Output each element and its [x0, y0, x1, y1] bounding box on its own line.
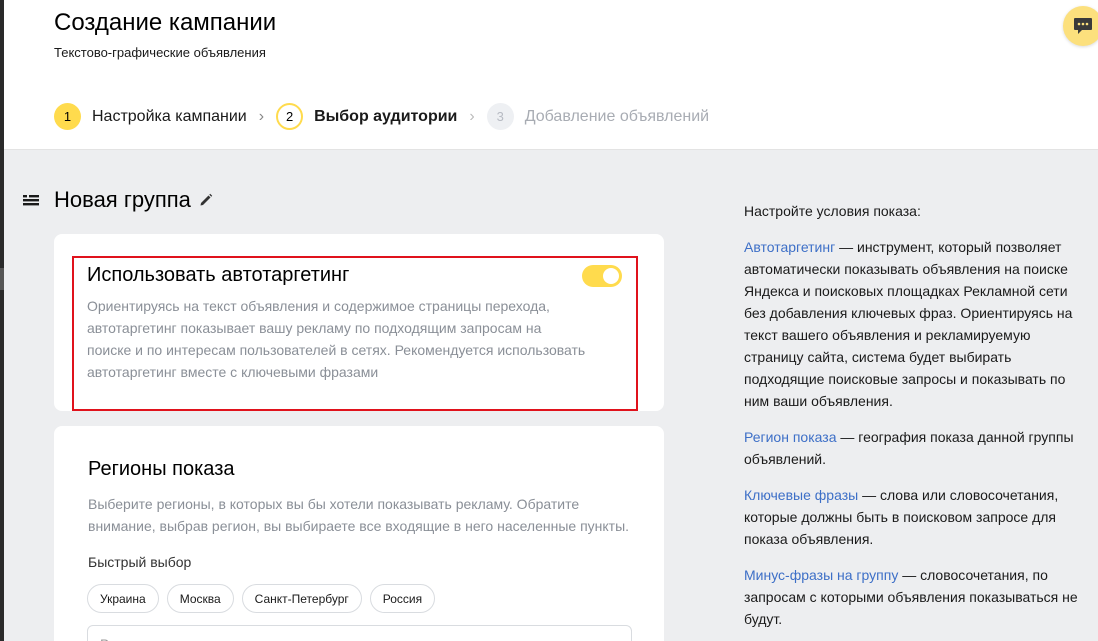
group-title: Новая группа — [54, 187, 191, 212]
chevron-right-icon: › — [258, 107, 265, 125]
help-link-keywords[interactable]: Ключевые фразы — [744, 487, 858, 503]
step-2-number: 2 — [276, 103, 304, 130]
step-2[interactable]: 2 Выбор аудитории — [276, 103, 457, 130]
chevron-right-icon: › — [469, 107, 475, 125]
help-text-autotargeting: — инструмент, который позволяет автомати… — [744, 239, 1073, 409]
help-item-negative: Минус-фразы на группу — словосочетания, … — [744, 564, 1089, 630]
autotargeting-toggle[interactable] — [582, 265, 622, 287]
page-title: Создание кампании — [54, 9, 277, 36]
page-header: Создание кампании Текстово-графические о… — [4, 0, 1098, 150]
toggle-knob — [603, 268, 619, 284]
chip-russia[interactable]: Россия — [369, 584, 436, 613]
chip-ukraine[interactable]: Украина — [87, 584, 159, 613]
help-item-keywords: Ключевые фразы — слова или словосочетани… — [744, 484, 1089, 550]
step-2-label: Выбор аудитории — [314, 107, 458, 125]
stepper: 1 Настройка кампании › 2 Выбор аудитории… — [54, 103, 709, 130]
help-link-region[interactable]: Регион показа — [744, 429, 836, 445]
autotargeting-description: Ориентируясь на текст объявления и содер… — [87, 298, 586, 380]
step-1-label: Настройка кампании — [92, 107, 247, 125]
list-icon — [23, 195, 39, 206]
edit-group-button[interactable] — [199, 193, 213, 207]
step-3-number: 3 — [486, 103, 514, 130]
autotargeting-title: Использовать автотаргетинг — [87, 264, 350, 286]
pencil-icon — [200, 193, 213, 206]
help-item-autotargeting: Автотаргетинг — инструмент, который позв… — [744, 236, 1089, 412]
help-intro: Настройте условия показа: — [744, 203, 921, 219]
chip-saint-petersburg[interactable]: Санкт-Петербург — [241, 584, 362, 613]
group-header: Новая группа — [22, 187, 213, 213]
page-subtitle: Текстово-графические объявления — [54, 45, 266, 60]
regions-title: Регионы показа — [88, 458, 235, 480]
quick-select-label: Быстрый выбор — [88, 554, 192, 570]
chip-moscow[interactable]: Москва — [166, 584, 234, 613]
chat-button[interactable] — [1063, 6, 1098, 46]
help-link-negative[interactable]: Минус-фразы на группу — [744, 567, 898, 583]
chat-icon — [1074, 18, 1092, 34]
step-1[interactable]: 1 Настройка кампании — [54, 103, 247, 130]
help-item-region: Регион показа — география показа данной … — [744, 426, 1089, 470]
regions-description: Выберите регионы, в которых вы бы хотели… — [88, 496, 630, 534]
quick-select-chips: Украина Москва Санкт-Петербург Россия — [87, 584, 436, 613]
help-link-autotargeting[interactable]: Автотаргетинг — [744, 239, 835, 255]
step-3-label: Добавление объявлений — [524, 107, 710, 125]
step-1-number: 1 — [54, 103, 81, 130]
region-search-input[interactable]: В — [87, 625, 632, 641]
step-3[interactable]: 3 Добавление объявлений — [486, 103, 710, 130]
help-panel: Настройте условия показа: Автотаргетинг … — [744, 200, 1089, 641]
left-edge-mark — [0, 268, 4, 290]
